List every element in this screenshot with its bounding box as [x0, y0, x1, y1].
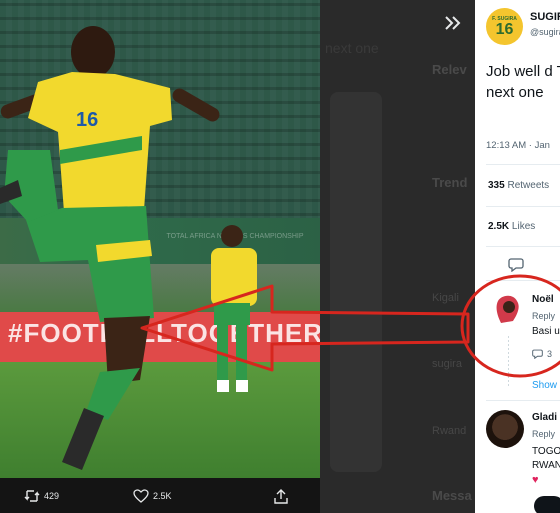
thread-line: [508, 336, 509, 388]
reply-comment-count[interactable]: 3: [532, 348, 552, 359]
reply-avatar[interactable]: [495, 293, 521, 329]
photo-action-bar: 429 2.5K: [0, 478, 320, 513]
likes-label: Likes: [511, 221, 536, 232]
reply-meta: Reply: [532, 429, 556, 439]
tweet-photo[interactable]: TOTAL AFRICA NATIONS CHAMPIONSHIP #FOOTB…: [0, 0, 320, 478]
reply-author-name[interactable]: Gladi: [532, 412, 557, 423]
show-replies-link[interactable]: Show: [532, 380, 557, 391]
likes-stat[interactable]: 2.5K Likes: [488, 221, 535, 232]
divider: [486, 400, 560, 401]
retweet-count: 429: [44, 491, 60, 501]
trend-item-1[interactable]: Kigali: [432, 292, 459, 304]
retweets-label: Retweets: [507, 180, 550, 191]
dimmed-card: [330, 92, 382, 472]
reply-text-line: RWAN: [532, 460, 560, 471]
avatar-number: 16: [495, 20, 514, 38]
author-avatar[interactable]: F. SUGIRA 16: [486, 8, 523, 45]
comment-icon: [532, 349, 543, 359]
share-action[interactable]: [274, 487, 288, 505]
trend-item-3[interactable]: Rwand: [432, 425, 466, 437]
main-player: 16: [0, 26, 220, 470]
heart-emoji: ♥: [532, 474, 539, 486]
author-handle[interactable]: @sugira: [530, 27, 560, 37]
double-chevron-right-icon[interactable]: [440, 10, 466, 36]
author-name[interactable]: SUGIRA: [530, 11, 560, 23]
divider: [486, 206, 560, 207]
divider: [486, 164, 560, 165]
faint-text: next one: [325, 40, 379, 56]
reply-author-name[interactable]: Noël: [532, 294, 554, 305]
reply-icon[interactable]: [508, 256, 524, 272]
likes-count: 2.5K: [488, 221, 510, 232]
share-icon: [274, 488, 288, 504]
reply-text: Basi u: [532, 326, 560, 337]
tweet-text: Job well d Thankyou next one: [486, 63, 560, 101]
retweet-action[interactable]: 429: [24, 487, 59, 505]
sidebar-heading-trends: Trend: [432, 175, 468, 190]
retweet-icon: [24, 490, 40, 502]
reply-avatar[interactable]: [486, 410, 524, 448]
players-illustration: 16: [0, 26, 257, 470]
comment-count: 3: [547, 348, 553, 359]
reply-text-line: TOGO: [532, 446, 560, 457]
svg-text:16: 16: [76, 109, 98, 131]
divider: [486, 280, 560, 281]
messages-heading[interactable]: Messa: [432, 488, 472, 503]
like-count: 2.5K: [153, 491, 172, 501]
retweets-count: 335: [488, 180, 505, 191]
tweet-detail-panel: F. SUGIRA 16 SUGIRA @sugira Job well d T…: [475, 0, 560, 513]
divider: [486, 246, 560, 247]
compose-button[interactable]: [534, 496, 560, 513]
dimmed-timeline-column: next one Relev Trend Kigali sugira Rwand…: [320, 0, 475, 513]
background-player: [211, 225, 257, 392]
trend-item-2[interactable]: sugira: [432, 358, 462, 370]
retweets-stat[interactable]: 335 Retweets: [488, 180, 549, 191]
reply-meta: Reply: [532, 311, 556, 321]
heart-icon: [133, 489, 149, 503]
like-action[interactable]: 2.5K: [133, 487, 172, 505]
tweet-timestamp[interactable]: 12:13 AM · Jan: [486, 140, 550, 151]
sidebar-heading-relevant: Relev: [432, 62, 467, 77]
